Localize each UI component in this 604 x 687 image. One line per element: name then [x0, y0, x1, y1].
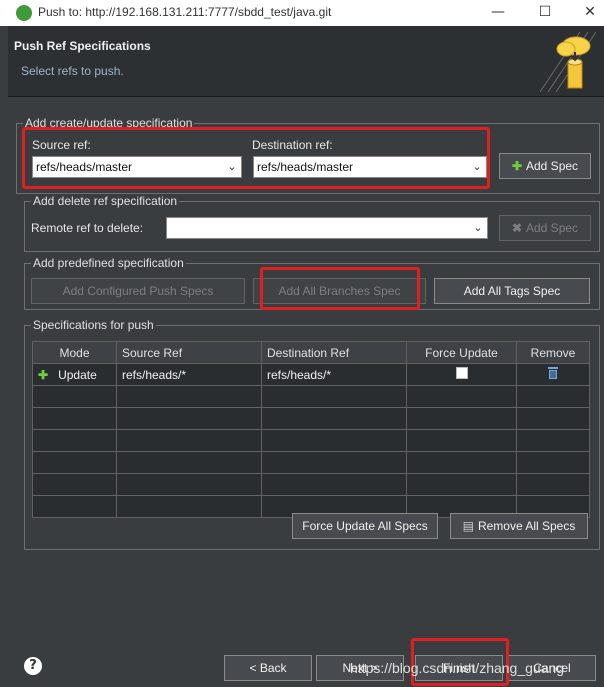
maximize-icon[interactable]: ☐	[537, 4, 553, 20]
plus-icon: ✚	[38, 367, 49, 382]
source-ref-cell[interactable]: refs/heads/*	[116, 363, 262, 386]
cloud-database-icon	[540, 32, 596, 92]
back-button[interactable]: < Back	[224, 655, 312, 681]
destination-ref-cell[interactable]: refs/heads/*	[261, 363, 407, 386]
table-row	[32, 407, 590, 430]
remote-ref-label: Remote ref to delete:	[31, 221, 144, 235]
page-title: Push Ref Specifications	[14, 39, 151, 53]
mode-cell[interactable]: ✚ Update	[32, 363, 117, 386]
window-titlebar: Push to: http://192.168.131.211:7777/sbd…	[0, 0, 604, 26]
remove-all-specs-label: Remove All Specs	[477, 519, 576, 533]
page-subtitle: Select refs to push.	[21, 64, 124, 78]
mode-value: Update	[58, 367, 97, 382]
plus-icon: ✚	[511, 159, 522, 173]
force-update-checkbox[interactable]	[455, 367, 468, 379]
close-icon[interactable]: ✕	[582, 4, 598, 20]
chevron-down-icon[interactable]: ⌄	[472, 221, 484, 235]
app-icon	[16, 5, 32, 21]
table-row[interactable]: ✚ Update refs/heads/* refs/heads/*	[32, 363, 590, 386]
table-row	[32, 429, 590, 452]
document-remove-icon: ▤	[462, 519, 474, 533]
highlight-box	[260, 267, 420, 310]
force-update-all-specs-button[interactable]: Force Update All Specs	[292, 513, 438, 539]
table-row	[32, 473, 590, 496]
column-header-force-update: Force Update	[406, 341, 517, 364]
column-header-source-ref: Source Ref	[116, 341, 262, 364]
table-header-row: Mode Source Ref Destination Ref Force Up…	[32, 341, 590, 364]
add-delete-spec-label: Add Spec	[526, 221, 579, 235]
add-configured-push-specs-button[interactable]: Add Configured Push Specs	[31, 278, 245, 304]
add-all-tags-spec-button[interactable]: Add All Tags Spec	[434, 278, 590, 304]
column-header-destination-ref: Destination Ref	[261, 341, 407, 364]
window-title: Push to: http://192.168.131.211:7777/sbd…	[38, 5, 332, 19]
trash-icon[interactable]	[547, 366, 559, 380]
column-header-mode: Mode	[32, 341, 117, 364]
highlight-box	[22, 127, 490, 189]
specifications-table: Mode Source Ref Destination Ref Force Up…	[32, 341, 590, 518]
help-icon[interactable]: ?	[24, 657, 42, 675]
watermark-text: https://blog.csdn.net/zhang_guang	[350, 660, 565, 676]
table-row	[32, 385, 590, 408]
predefined-spec-legend: Add predefined specification	[33, 256, 184, 270]
specifications-legend: Specifications for push	[33, 318, 154, 332]
add-delete-spec-button[interactable]: ✖ Add Spec	[499, 215, 591, 241]
delete-spec-legend: Add delete ref specification	[33, 194, 178, 208]
wizard-header: Push Ref Specifications Select refs to p…	[8, 26, 604, 97]
delete-x-icon: ✖	[511, 221, 522, 235]
minimize-icon[interactable]: —	[490, 4, 506, 20]
add-spec-label: Add Spec	[526, 159, 579, 173]
remove-all-specs-button[interactable]: ▤ Remove All Specs	[450, 513, 588, 539]
add-spec-button[interactable]: ✚ Add Spec	[499, 153, 591, 179]
table-row	[32, 451, 590, 474]
remote-ref-combo[interactable]: ⌄	[166, 217, 488, 239]
remove-cell[interactable]	[516, 363, 590, 386]
force-update-cell[interactable]	[406, 363, 517, 386]
column-header-remove: Remove	[516, 341, 590, 364]
